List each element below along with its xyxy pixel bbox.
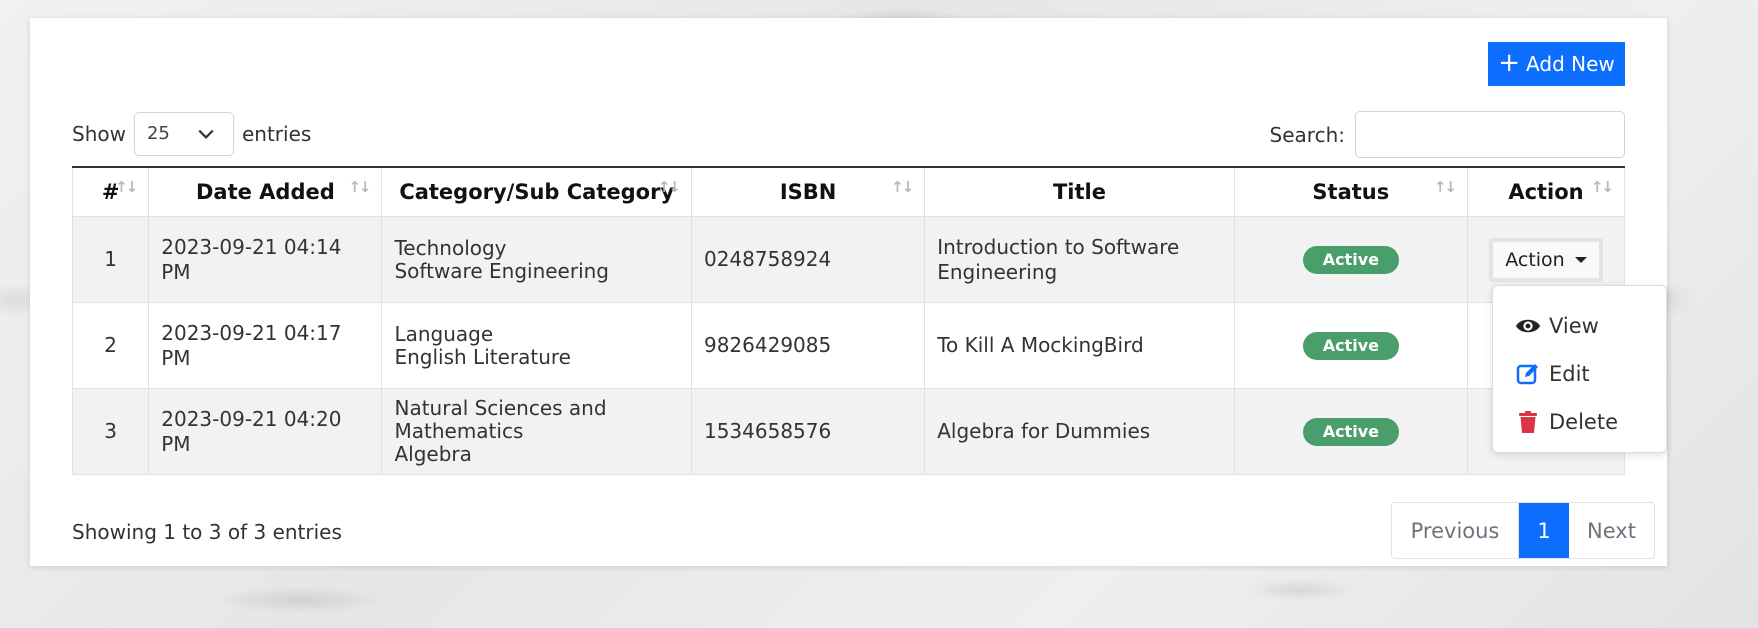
table-row: 1 2023-09-21 04:14 PM Technology Softwar… <box>71 216 1626 303</box>
table-info: Showing 1 to 3 of 3 entries <box>72 520 342 544</box>
row-number: 3 <box>71 388 150 475</box>
table-row: 2 2023-09-21 04:17 PM Language English L… <box>71 302 1626 389</box>
title-cell: To Kill A MockingBird <box>924 302 1235 389</box>
category-cell: Natural Sciences and Mathematics Algebra <box>381 388 692 475</box>
date-added-cell: 2023-09-21 04:17 PM <box>148 302 383 389</box>
status-badge: Active <box>1302 417 1399 446</box>
date-added-cell: 2023-09-21 04:20 PM <box>148 388 383 475</box>
books-card: + Add New Show 25 entries Search: # ↑↓ Da… <box>30 18 1667 566</box>
sort-icon: ↑↓ <box>1590 178 1614 196</box>
pagination: Previous 1 Next <box>1391 502 1655 559</box>
row-number: 2 <box>71 302 150 389</box>
edit-icon <box>1516 364 1538 385</box>
category-cell: Technology Software Engineering <box>381 216 692 303</box>
books-table: # ↑↓ Date Added ↑↓ Category/Sub Category ↑↓… <box>71 166 1626 475</box>
add-new-button[interactable]: + Add New <box>1488 42 1625 86</box>
sort-icon: ↑↓ <box>657 178 681 196</box>
category-cell: Language English Literature <box>381 302 692 389</box>
entries-length-control: Show 25 entries <box>72 111 311 156</box>
category-text: Natural Sciences and Mathematics <box>394 396 607 443</box>
sort-icon: ↑↓ <box>891 178 914 196</box>
search-label: Search: <box>1269 122 1345 147</box>
next-page-button[interactable]: Next <box>1569 503 1654 558</box>
title-cell: Algebra for Dummies <box>924 388 1235 475</box>
isbn-cell: 0248758924 <box>690 216 926 303</box>
eye-icon <box>1515 319 1541 333</box>
status-badge: Active <box>1302 331 1399 360</box>
search-input[interactable] <box>1355 111 1625 158</box>
delete-label: Delete <box>1549 410 1618 434</box>
column-header-status[interactable]: Status ↑↓ <box>1233 166 1468 217</box>
table-header-row: # ↑↓ Date Added ↑↓ Category/Sub Category ↑↓… <box>71 166 1626 217</box>
action-button-label: Action <box>1505 248 1565 271</box>
isbn-cell: 9826429085 <box>690 302 926 389</box>
column-header-date-added[interactable]: Date Added ↑↓ <box>148 166 383 217</box>
table-row: 3 2023-09-21 04:20 PM Natural Sciences a… <box>71 388 1626 475</box>
status-cell: Active <box>1233 302 1468 389</box>
column-header-category[interactable]: Category/Sub Category ↑↓ <box>381 166 692 217</box>
edit-label: Edit <box>1549 362 1590 386</box>
entries-select-value: 25 <box>146 123 170 144</box>
dropdown-item-view[interactable]: View <box>1493 302 1666 350</box>
column-header-action[interactable]: Action ↑↓ <box>1466 166 1626 217</box>
status-badge: Active <box>1302 245 1399 274</box>
previous-page-button[interactable]: Previous <box>1392 503 1519 558</box>
status-cell: Active <box>1233 216 1468 303</box>
column-header-number[interactable]: # ↑↓ <box>71 166 150 217</box>
date-added-cell: 2023-09-21 04:14 PM <box>148 216 383 303</box>
subcategory-text: English Literature <box>394 344 571 369</box>
subcategory-text: Algebra <box>394 442 472 466</box>
trash-icon <box>1519 411 1537 433</box>
subcategory-text: Software Engineering <box>394 258 610 283</box>
action-dropdown-button[interactable]: Action <box>1489 237 1603 282</box>
dropdown-item-delete[interactable]: Delete <box>1493 398 1666 446</box>
add-new-label: Add New <box>1526 52 1615 76</box>
plus-icon: + <box>1498 48 1521 78</box>
category-text: Technology <box>394 235 507 260</box>
isbn-cell: 1534658576 <box>690 388 926 475</box>
status-cell: Active <box>1233 388 1468 475</box>
action-dropdown-menu: View Edit Delete <box>1492 285 1667 453</box>
sort-icon: ↑↓ <box>348 178 371 196</box>
view-label: View <box>1549 314 1599 338</box>
column-header-title[interactable]: Title <box>924 166 1235 217</box>
chevron-down-icon <box>198 129 214 139</box>
caret-down-icon <box>1574 256 1587 263</box>
row-number: 1 <box>71 216 150 303</box>
sort-icon: ↑↓ <box>1433 178 1457 196</box>
entries-label: entries <box>241 121 312 146</box>
search-control: Search: <box>1270 111 1625 158</box>
title-cell: Introduction to Software Engineering <box>924 216 1235 303</box>
sort-icon: ↑↓ <box>115 178 138 196</box>
category-text: Language <box>394 321 494 346</box>
entries-select[interactable]: 25 <box>133 111 234 156</box>
dropdown-item-edit[interactable]: Edit <box>1493 350 1666 398</box>
show-label: Show <box>72 121 126 146</box>
column-header-isbn[interactable]: ISBN ↑↓ <box>690 166 926 217</box>
page-1-button[interactable]: 1 <box>1519 503 1569 558</box>
